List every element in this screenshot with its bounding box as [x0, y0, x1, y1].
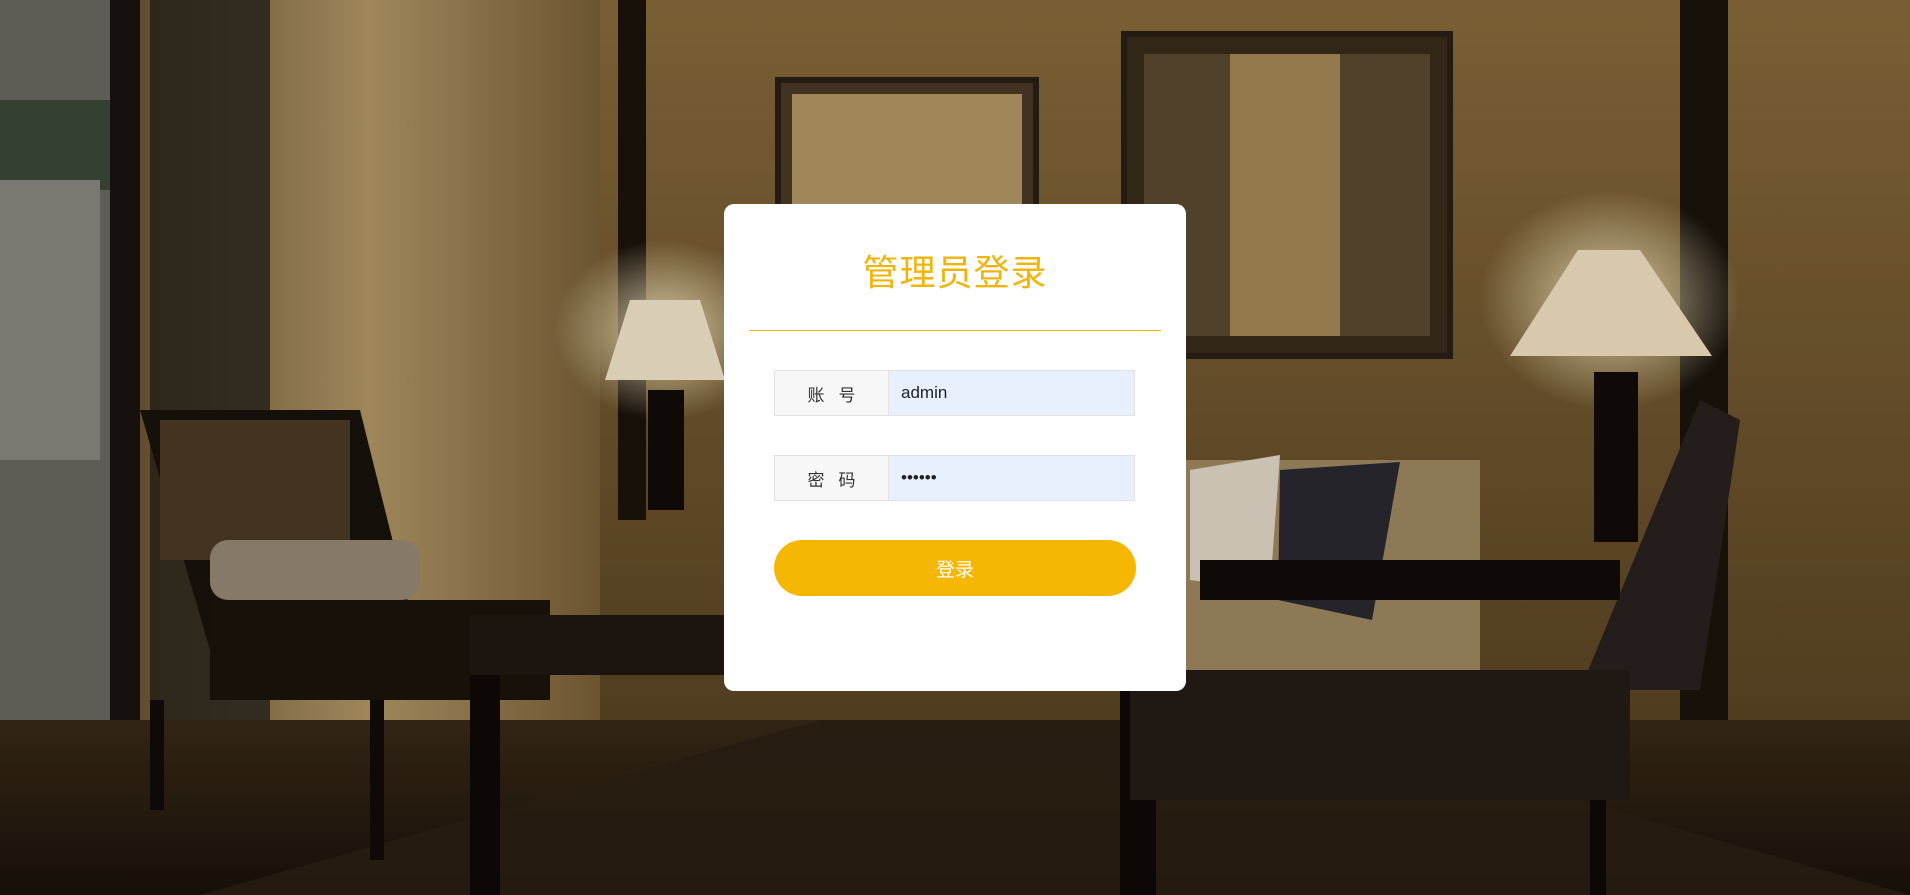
- username-field: 账号: [774, 370, 1135, 416]
- password-field: 密码: [774, 455, 1135, 501]
- username-input[interactable]: [889, 371, 1134, 415]
- password-input[interactable]: [889, 456, 1134, 500]
- login-title: 管理员登录: [862, 253, 1048, 294]
- login-button[interactable]: 登录: [774, 540, 1136, 596]
- title-divider: [749, 330, 1161, 331]
- password-label: 密码: [775, 456, 889, 500]
- login-card: 管理员登录 账号 密码 登录: [724, 204, 1186, 691]
- username-label: 账号: [775, 371, 889, 415]
